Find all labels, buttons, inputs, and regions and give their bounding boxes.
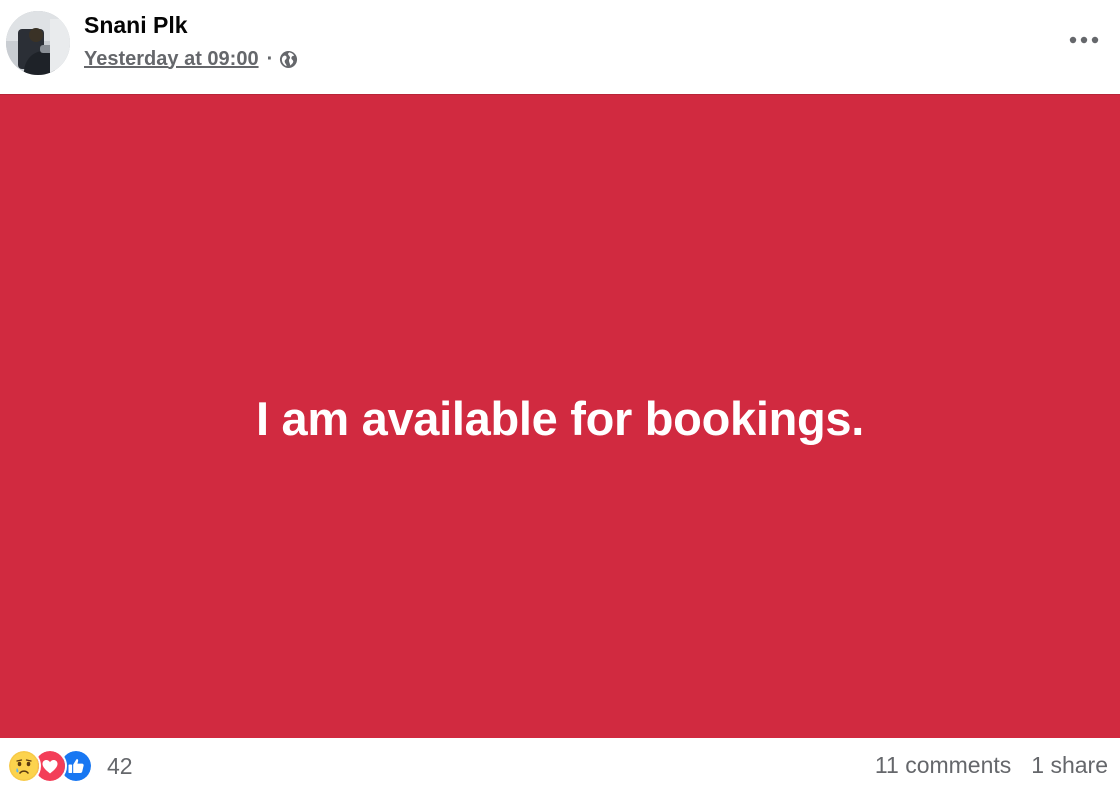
post-footer: 42 11 comments 1 share	[0, 738, 1120, 787]
sad-reaction-icon	[7, 749, 41, 783]
post-header: Snani Plk Yesterday at 09:00 ·	[0, 0, 1120, 93]
profile-photo-icon	[6, 11, 70, 75]
more-options-button[interactable]	[1062, 24, 1106, 56]
reaction-count: 42	[107, 752, 133, 779]
author-name[interactable]: Snani Plk	[84, 12, 188, 39]
post-meta: Yesterday at 09:00 ·	[84, 46, 298, 72]
shares-count-link[interactable]: 1 share	[1031, 752, 1108, 779]
post-timestamp[interactable]: Yesterday at 09:00	[84, 48, 259, 71]
globe-icon[interactable]	[279, 50, 298, 69]
engagement-counts: 11 comments 1 share	[875, 752, 1108, 779]
more-options-icon	[1069, 36, 1099, 44]
reactions-summary[interactable]: 42	[7, 749, 133, 783]
post-banner: I am available for bookings.	[0, 94, 1120, 738]
meta-separator: ·	[266, 47, 274, 70]
author-avatar[interactable]	[6, 11, 70, 75]
post-card: Snani Plk Yesterday at 09:00 · I am avai…	[0, 0, 1120, 787]
banner-text: I am available for bookings.	[256, 392, 864, 445]
comments-count-link[interactable]: 11 comments	[875, 752, 1011, 779]
